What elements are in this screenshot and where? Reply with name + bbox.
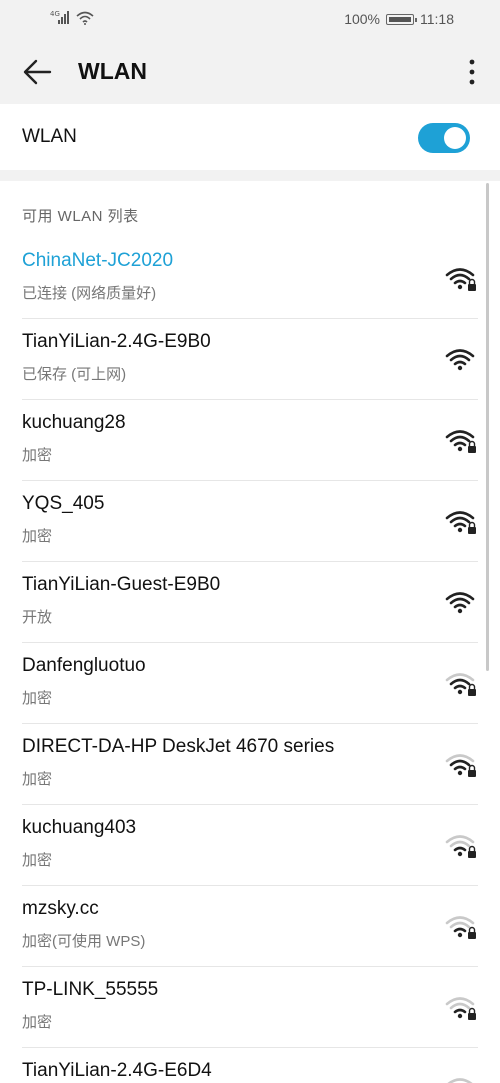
wlan-toggle-row[interactable]: WLAN (0, 104, 500, 170)
page-title: WLAN (78, 58, 147, 84)
wifi-signal-icon (445, 592, 475, 614)
wifi-locked-icon (445, 916, 476, 939)
more-options-icon[interactable] (464, 56, 480, 88)
network-status: 已连接 (网络质量好) (22, 285, 157, 302)
network-ssid: ChinaNet-JC2020 (22, 250, 174, 271)
network-status: 加密 (22, 771, 53, 788)
network-status: 加密 (22, 447, 53, 464)
wifi-signal-icon (445, 349, 475, 371)
network-status: 已保存 (可上网) (22, 366, 127, 383)
network-ssid: Danfengluotuo (22, 655, 146, 676)
status-right: 100% 11:18 (344, 11, 454, 27)
network-ssid: mzsky.cc (22, 898, 99, 919)
wifi-locked-icon (445, 268, 476, 291)
battery-percent: 100% (344, 11, 380, 27)
wifi-locked-icon (445, 430, 476, 453)
network-row[interactable]: kuchuang28 加密 (0, 400, 500, 481)
wifi-locked-icon (445, 997, 476, 1020)
network-ssid: TianYiLian-2.4G-E9B0 (22, 331, 211, 352)
network-row[interactable]: DIRECT-DA-HP DeskJet 4670 series 加密 (0, 724, 500, 805)
network-ssid: DIRECT-DA-HP DeskJet 4670 series (22, 736, 335, 757)
wifi-locked-icon (445, 673, 476, 696)
network-status: 加密 (22, 852, 53, 869)
app-bar: WLAN (0, 40, 500, 104)
status-indicators: 4G (50, 9, 94, 25)
wifi-locked-icon (447, 1078, 473, 1083)
network-row[interactable]: TianYiLian-2.4G-E6D4 (0, 1048, 500, 1083)
network-row[interactable]: YQS_405 加密 (0, 481, 500, 562)
network-ssid: TianYiLian-Guest-E9B0 (22, 574, 221, 595)
network-ssid: YQS_405 (22, 493, 105, 514)
section-header: 可用 WLAN 列表 (22, 208, 139, 225)
network-row[interactable]: TP-LINK_55555 加密 (0, 967, 500, 1048)
battery-icon (386, 13, 417, 25)
network-row[interactable]: mzsky.cc 加密(可使用 WPS) (0, 886, 500, 967)
network-status: 加密(可使用 WPS) (22, 933, 146, 950)
scrollbar[interactable] (486, 183, 489, 671)
wlan-toggle-label: WLAN (22, 126, 77, 147)
network-row[interactable]: TianYiLian-2.4G-E9B0 已保存 (可上网) (0, 319, 500, 400)
svg-text:4G: 4G (50, 10, 60, 18)
available-networks-panel: 可用 WLAN 列表 ChinaNet-JC2020 已连接 (网络质量好) Tia… (0, 181, 500, 1083)
network-ssid: TianYiLian-2.4G-E6D4 (22, 1060, 212, 1081)
network-ssid: kuchuang28 (22, 412, 126, 433)
network-ssid: kuchuang403 (22, 817, 137, 838)
network-row[interactable]: TianYiLian-Guest-E9B0 开放 (0, 562, 500, 643)
status-bar: 4G 100% 11:18 (0, 0, 500, 40)
network-row[interactable]: Danfengluotuo 加密 (0, 643, 500, 724)
network-ssid: TP-LINK_55555 (22, 979, 159, 1000)
network-status: 加密 (22, 528, 53, 545)
network-row[interactable]: kuchuang403 加密 (0, 805, 500, 886)
wlan-switch[interactable] (418, 123, 470, 153)
wifi-locked-icon (445, 511, 476, 534)
network-status: 加密 (22, 690, 53, 707)
back-arrow-icon[interactable] (20, 56, 56, 88)
clock: 11:18 (420, 11, 454, 27)
network-row[interactable]: ChinaNet-JC2020 已连接 (网络质量好) (0, 238, 500, 319)
network-status: 开放 (22, 609, 53, 626)
wifi-locked-icon (445, 754, 476, 777)
cellular-signal-icon: 4G (50, 10, 69, 24)
wifi-locked-icon (445, 835, 476, 858)
wifi-status-icon (76, 11, 94, 25)
switch-knob (444, 127, 466, 149)
network-status: 加密 (22, 1014, 53, 1031)
